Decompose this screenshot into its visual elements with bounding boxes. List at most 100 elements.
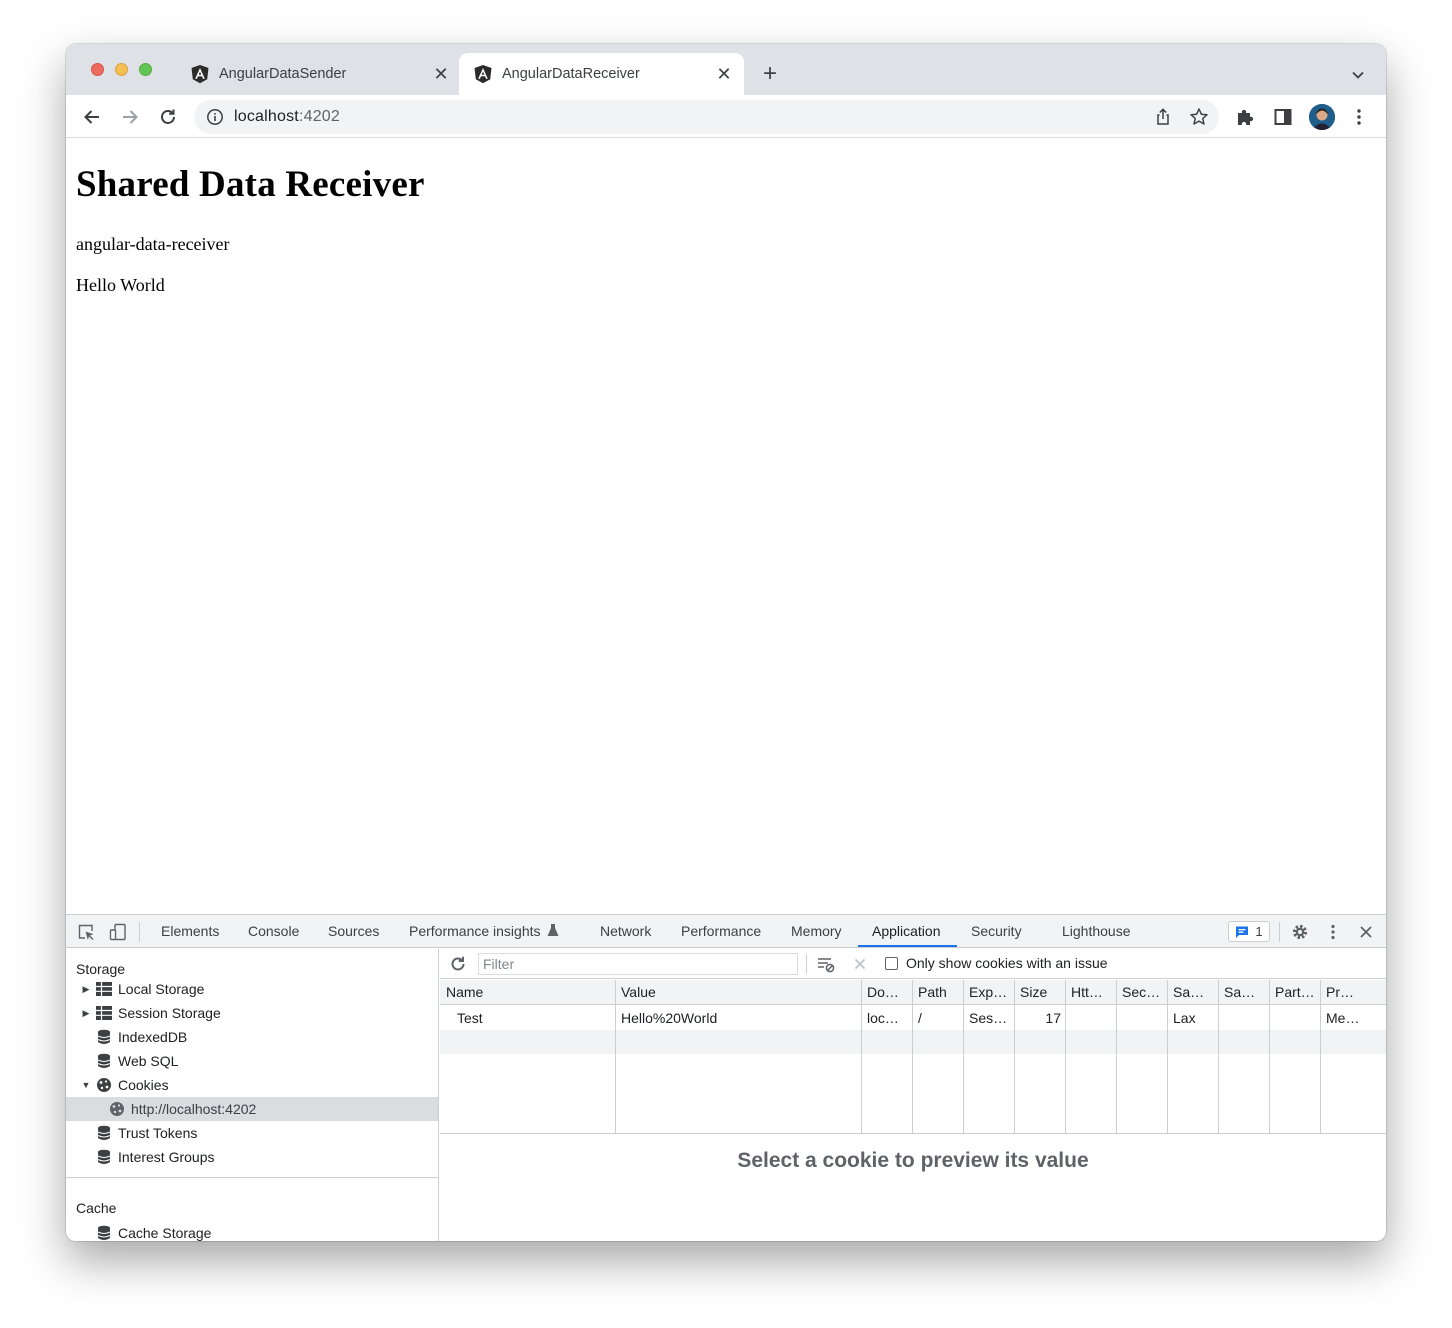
browser-toolbar: localhost:4202 (66, 95, 1386, 138)
sidebar-item-label: http://localhost:4202 (131, 1101, 257, 1117)
tab-performance[interactable]: Performance (681, 915, 761, 948)
cell-expires: Ses… (969, 1010, 1008, 1026)
issues-counter-button[interactable]: 1 (1228, 921, 1270, 942)
sidebar-divider (66, 1177, 438, 1178)
tab-application[interactable]: Application (872, 915, 941, 948)
database-icon (96, 1125, 112, 1141)
tab-console[interactable]: Console (248, 915, 299, 948)
site-info-icon[interactable] (206, 108, 224, 126)
tab-angular-data-sender[interactable]: AngularDataSender ✕ (176, 53, 461, 95)
sidebar-item-label: Local Storage (118, 981, 205, 997)
browser-window: AngularDataSender ✕ AngularDataReceiver … (66, 44, 1386, 1241)
browser-menu-kebab-icon[interactable] (1348, 106, 1370, 128)
tab-search-chevron-icon[interactable] (1345, 62, 1371, 88)
tab-security[interactable]: Security (971, 915, 1022, 948)
web-page: Shared Data Receiver angular-data-receiv… (66, 139, 1386, 914)
tab-lighthouse[interactable]: Lighthouse (1062, 915, 1131, 948)
angular-icon (474, 65, 492, 84)
column-header-size[interactable]: Size (1020, 980, 1062, 1005)
column-header-expires[interactable]: Exp… (969, 980, 1011, 1005)
cookies-panel: Only show cookies with an issue (440, 949, 1386, 1241)
expand-arrow-icon[interactable]: ▶ (81, 984, 91, 995)
shared-message-text: Hello World (76, 275, 165, 295)
database-icon (96, 1149, 112, 1165)
sidebar-item-web-sql[interactable]: Web SQL (66, 1049, 438, 1073)
storage-heading: Storage (76, 961, 126, 977)
clear-filtered-cookies-icon[interactable] (816, 954, 836, 974)
tab-close-icon[interactable]: ✕ (710, 60, 738, 88)
cell-path: / (918, 1010, 922, 1026)
address-bar[interactable]: localhost:4202 (194, 100, 1219, 134)
column-header-name[interactable]: Name (446, 980, 611, 1005)
cache-heading: Cache (76, 1200, 117, 1216)
column-header-path[interactable]: Path (918, 980, 960, 1005)
issue-message-icon (1236, 926, 1249, 938)
column-header-priority[interactable]: Pr… (1326, 980, 1382, 1005)
sidebar-item-label: Cache Storage (118, 1225, 212, 1241)
tab-strip: AngularDataSender ✕ AngularDataReceiver … (66, 44, 1386, 95)
settings-gear-icon[interactable] (1290, 922, 1310, 942)
sidebar-item-session-storage[interactable]: ▶ Session Storage (66, 1001, 438, 1025)
cookies-table: Name Value Do… Path Exp… Size Htt… Sec… … (440, 980, 1386, 1134)
maximize-window-button[interactable] (139, 63, 152, 76)
sidebar-item-label: IndexedDB (118, 1029, 188, 1045)
side-panel-icon[interactable] (1272, 106, 1294, 128)
profile-avatar[interactable] (1309, 104, 1335, 130)
devtools-panel: Elements Console Sources Performance ins… (66, 914, 1386, 1241)
filter-input[interactable] (478, 953, 798, 975)
sidebar-item-label: Session Storage (118, 1005, 221, 1021)
column-header-samesite[interactable]: Sa… (1173, 980, 1215, 1005)
tab-network[interactable]: Network (600, 915, 651, 948)
delete-selected-icon[interactable] (850, 954, 870, 974)
checkbox-label: Only show cookies with an issue (906, 955, 1108, 971)
sidebar-item-interest-groups[interactable]: Interest Groups (66, 1145, 438, 1169)
app-name-text: angular-data-receiver (76, 234, 230, 254)
sidebar-item-cookie-origin[interactable]: http://localhost:4202 (66, 1097, 438, 1121)
column-header-partition-key[interactable]: Part… (1275, 980, 1317, 1005)
device-toolbar-icon[interactable] (108, 922, 128, 942)
angular-icon (191, 65, 209, 84)
collapse-arrow-icon[interactable]: ▼ (81, 1080, 91, 1090)
minimize-window-button[interactable] (115, 63, 128, 76)
expand-arrow-icon[interactable]: ▶ (81, 1008, 91, 1019)
sidebar-item-cache-storage[interactable]: Cache Storage (66, 1221, 438, 1241)
cell-httponly (1071, 1006, 1113, 1030)
column-header-httponly[interactable]: Htt… (1071, 980, 1113, 1005)
cell-name: Test (457, 1010, 483, 1026)
tab-elements[interactable]: Elements (161, 915, 219, 948)
extensions-puzzle-icon[interactable] (1234, 106, 1256, 128)
sidebar-item-label: Web SQL (118, 1053, 179, 1069)
column-header-secure[interactable]: Sec… (1122, 980, 1164, 1005)
share-icon[interactable] (1153, 107, 1173, 127)
issues-count: 1 (1255, 924, 1263, 939)
tab-performance-insights[interactable]: Performance insights (409, 915, 559, 948)
inspect-element-icon[interactable] (76, 922, 96, 942)
tab-angular-data-receiver[interactable]: AngularDataReceiver ✕ (459, 53, 744, 95)
bookmark-star-icon[interactable] (1189, 107, 1209, 127)
reload-icon[interactable] (153, 102, 183, 132)
new-tab-plus-icon[interactable]: + (756, 60, 784, 88)
refresh-icon[interactable] (448, 954, 468, 974)
close-window-button[interactable] (91, 63, 104, 76)
checkbox-box[interactable] (885, 956, 898, 970)
sidebar-item-cookies[interactable]: ▼ Cookies (66, 1073, 438, 1097)
close-devtools-icon[interactable] (1356, 922, 1376, 942)
tab-sources[interactable]: Sources (328, 915, 379, 948)
cell-priority: Me… (1326, 1010, 1360, 1026)
sidebar-item-indexeddb[interactable]: IndexedDB (66, 1025, 438, 1049)
sidebar-item-local-storage[interactable]: ▶ Local Storage (66, 977, 438, 1001)
column-header-value[interactable]: Value (621, 980, 857, 1005)
forward-arrow-icon[interactable] (115, 102, 145, 132)
tab-memory[interactable]: Memory (791, 915, 842, 948)
sidebar-item-trust-tokens[interactable]: Trust Tokens (66, 1121, 438, 1145)
column-header-domain[interactable]: Do… (867, 980, 909, 1005)
cell-partition-key (1275, 1006, 1317, 1030)
back-arrow-icon[interactable] (77, 102, 107, 132)
devtools-menu-kebab-icon[interactable] (1323, 922, 1343, 942)
cell-sameparty (1224, 1006, 1266, 1030)
tab-close-icon[interactable]: ✕ (427, 60, 455, 88)
database-icon (96, 1029, 112, 1045)
column-header-sameparty[interactable]: Sa… (1224, 980, 1266, 1005)
grid-icon (96, 1005, 112, 1021)
only-issues-checkbox[interactable]: Only show cookies with an issue (885, 955, 1108, 971)
